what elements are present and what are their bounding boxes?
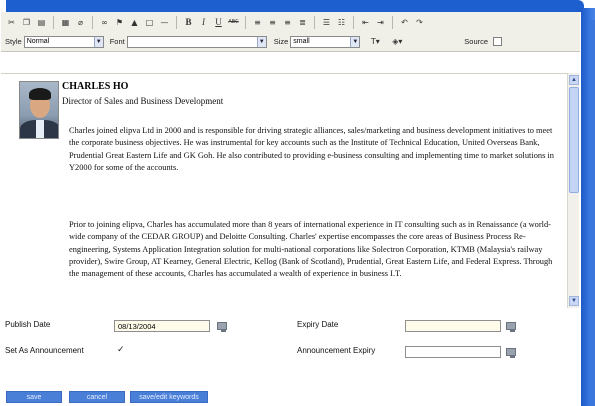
- publish-date-field[interactable]: 08/13/2004: [114, 320, 210, 332]
- align-center-icon[interactable]: ≡: [266, 16, 279, 29]
- calendar-icon[interactable]: [505, 346, 517, 358]
- bold-button[interactable]: B: [182, 16, 195, 29]
- calendar-icon[interactable]: [505, 320, 517, 332]
- profile-paragraph: Prior to joining elipva, Charles has acc…: [69, 220, 553, 279]
- indent-icon[interactable]: ⇥: [374, 16, 387, 29]
- link-icon[interactable]: ∞: [98, 16, 111, 29]
- expiry-date-field[interactable]: [405, 320, 501, 332]
- font-label: Font: [109, 37, 125, 46]
- horizontal-rule-icon[interactable]: —: [158, 16, 171, 29]
- size-label: Size: [273, 37, 289, 46]
- outdent-icon[interactable]: ⇤: [359, 16, 372, 29]
- expiry-date-label: Expiry Date: [297, 320, 339, 329]
- publish-date-label: Publish Date: [5, 320, 51, 329]
- size-select-value: small: [293, 38, 310, 45]
- redo-icon[interactable]: ↷: [413, 16, 426, 29]
- text-color-icon[interactable]: T▾: [366, 35, 384, 48]
- toolbar-separator: [176, 15, 177, 29]
- chevron-down-icon: ▼: [93, 36, 103, 47]
- profile-photo: [19, 81, 59, 139]
- underline-button[interactable]: U: [212, 16, 225, 29]
- toolbar-separator: [314, 15, 315, 29]
- align-left-icon[interactable]: ≡: [251, 16, 264, 29]
- scroll-thumb[interactable]: [569, 87, 579, 193]
- eraser-icon[interactable]: ⌀: [74, 16, 87, 29]
- paste-icon[interactable]: ▤: [35, 16, 48, 29]
- editor-toolbar: ✂ ❐ ▤ ▦ ⌀ ∞ ⚑ ▲ □ — B I U ABC ≡ ≡ ≡ ≣ ☰ …: [1, 12, 580, 52]
- undo-icon[interactable]: ↶: [398, 16, 411, 29]
- table-icon[interactable]: ▦: [59, 16, 72, 29]
- publish-date-value: 08/13/2004: [118, 321, 156, 331]
- toolbar-row-formatting: ✂ ❐ ▤ ▦ ⌀ ∞ ⚑ ▲ □ — B I U ABC ≡ ≡ ≡ ≣ ☰ …: [5, 15, 426, 29]
- font-select[interactable]: ▼: [126, 35, 267, 48]
- strikethrough-button[interactable]: ABC: [227, 16, 240, 29]
- cut-icon[interactable]: ✂: [5, 16, 18, 29]
- size-select[interactable]: small ▼: [290, 35, 361, 48]
- save-button[interactable]: save: [6, 391, 62, 403]
- announcement-checkbox[interactable]: ✓: [117, 345, 125, 355]
- anchor-icon[interactable]: ⚑: [113, 16, 126, 29]
- chevron-down-icon: ▼: [256, 36, 266, 47]
- frame-right-shadow: [590, 20, 595, 406]
- announcement-expiry-field[interactable]: [405, 346, 501, 358]
- chevron-down-icon: ▼: [350, 36, 360, 47]
- toolbar-row-fonts: Style Normal ▼ Font ▼ Size small ▼ T▾ ◈▾…: [5, 34, 503, 49]
- style-select[interactable]: Normal ▼: [23, 35, 104, 48]
- toolbar-separator: [392, 15, 393, 29]
- profile-name: CHARLES HO: [62, 81, 129, 92]
- copy-icon[interactable]: ❐: [20, 16, 33, 29]
- scroll-up-icon[interactable]: ▲: [569, 75, 579, 85]
- box-icon[interactable]: □: [143, 16, 156, 29]
- image-icon[interactable]: ▲: [128, 16, 141, 29]
- source-label: Source: [464, 37, 489, 46]
- publish-form: Publish Date 08/13/2004 Expiry Date Set …: [1, 310, 580, 366]
- align-right-icon[interactable]: ≡: [281, 16, 294, 29]
- toolbar-separator: [245, 15, 246, 29]
- style-select-value: Normal: [26, 38, 50, 45]
- italic-button[interactable]: I: [197, 16, 210, 29]
- editor-scrollbar[interactable]: ▲ ▼: [567, 73, 579, 308]
- unordered-list-icon[interactable]: ☷: [335, 16, 348, 29]
- align-justify-icon[interactable]: ≣: [296, 16, 309, 29]
- calendar-icon[interactable]: [216, 320, 228, 332]
- toolbar-separator: [53, 15, 54, 29]
- style-label: Style: [5, 37, 22, 46]
- toolbar-separator: [353, 15, 354, 29]
- cancel-button[interactable]: cancel: [69, 391, 125, 403]
- profile-role: Director of Sales and Business Developme…: [62, 96, 224, 106]
- announcement-label: Set As Announcement: [5, 346, 84, 355]
- background-color-icon[interactable]: ◈▾: [388, 35, 406, 48]
- announcement-expiry-label: Announcement Expiry: [297, 346, 376, 355]
- source-checkbox[interactable]: [493, 37, 503, 46]
- scroll-down-icon[interactable]: ▼: [569, 296, 579, 306]
- save-keywords-button[interactable]: save/edit keywords: [130, 391, 208, 403]
- toolbar-separator: [92, 15, 93, 29]
- editor-content[interactable]: CHARLES HO Director of Sales and Busines…: [1, 73, 568, 308]
- ordered-list-icon[interactable]: ☰: [320, 16, 333, 29]
- profile-paragraph: Charles joined elipva Ltd in 2000 and is…: [69, 126, 554, 172]
